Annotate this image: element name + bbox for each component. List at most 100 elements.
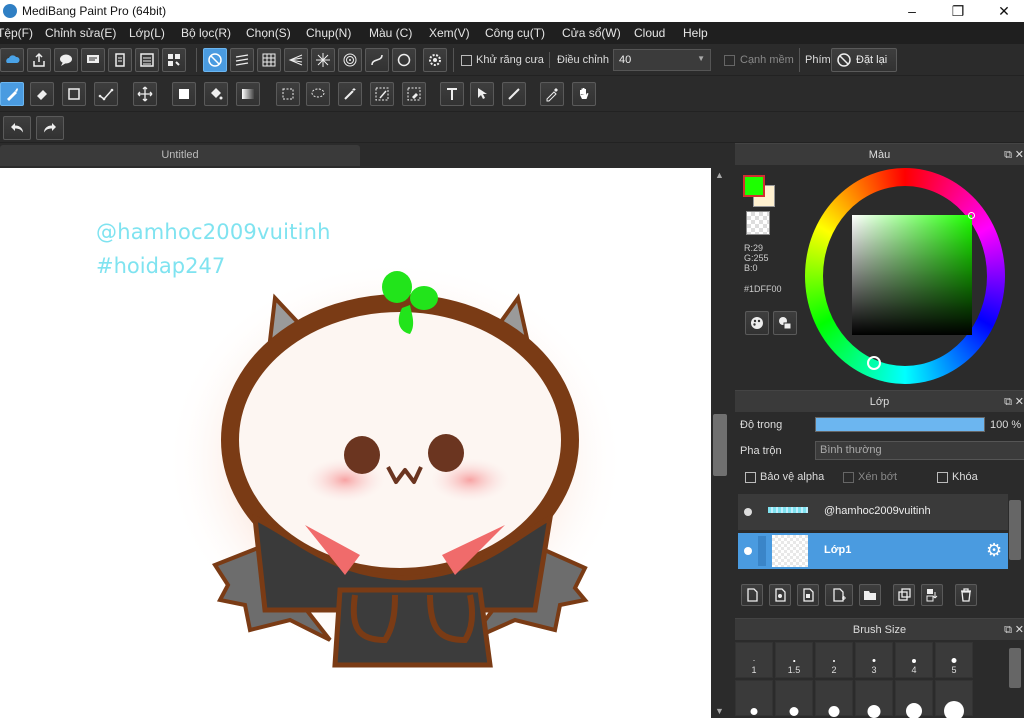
soft-edge-checkbox[interactable] bbox=[724, 55, 735, 66]
undock-icon[interactable]: ⧉ bbox=[1004, 391, 1012, 413]
comment-icon[interactable] bbox=[81, 48, 105, 72]
menu-layer[interactable]: Lớp(L) bbox=[129, 26, 165, 40]
brush-size-cell[interactable] bbox=[775, 680, 813, 716]
scroll-thumb[interactable] bbox=[713, 414, 727, 476]
move-tool-icon[interactable] bbox=[133, 82, 157, 106]
minimize-button[interactable]: – bbox=[889, 0, 935, 22]
undock-icon[interactable]: ⧉ bbox=[1004, 144, 1012, 166]
brush-size-cell[interactable]: 3 bbox=[855, 642, 893, 678]
duplicate-layer-icon[interactable] bbox=[893, 584, 915, 606]
drawing-canvas[interactable]: @hamhoc2009vuitinh #hoidap247 bbox=[0, 168, 711, 718]
select-rect-tool-icon[interactable] bbox=[276, 82, 300, 106]
brush-size-cell[interactable] bbox=[855, 680, 893, 718]
clipping-checkbox[interactable] bbox=[843, 472, 854, 483]
brush-size-cell[interactable]: 5 bbox=[935, 642, 973, 678]
close-icon[interactable]: ✕ bbox=[1015, 619, 1024, 641]
delete-layer-trash-icon[interactable] bbox=[955, 584, 977, 606]
brush-size-cell[interactable] bbox=[895, 680, 933, 718]
layer-list-scrollbar[interactable] bbox=[1009, 500, 1021, 560]
redo-icon[interactable] bbox=[36, 116, 64, 140]
text-tool-icon[interactable] bbox=[440, 82, 464, 106]
document-tab[interactable]: Untitled bbox=[0, 145, 360, 166]
snap-off-icon[interactable] bbox=[203, 48, 227, 72]
snap-settings-gear-icon[interactable] bbox=[423, 48, 447, 72]
hue-marker[interactable] bbox=[867, 356, 881, 370]
new-halftone-layer-icon[interactable] bbox=[769, 584, 791, 606]
scroll-down-icon[interactable]: ▼ bbox=[715, 706, 724, 716]
close-window-button[interactable]: ✕ bbox=[981, 0, 1024, 22]
concentric-snap-icon[interactable] bbox=[338, 48, 362, 72]
opacity-slider[interactable] bbox=[815, 417, 985, 432]
bucket-tool-icon[interactable] bbox=[204, 82, 228, 106]
layer-row[interactable]: @hamhoc2009vuitinh bbox=[738, 494, 1008, 530]
scroll-up-icon[interactable]: ▲ bbox=[715, 170, 724, 180]
undock-icon[interactable]: ⧉ bbox=[1004, 619, 1012, 641]
grid-snap-icon[interactable] bbox=[257, 48, 281, 72]
protect-alpha-checkbox[interactable] bbox=[745, 472, 756, 483]
sv-marker[interactable] bbox=[968, 212, 975, 219]
blend-mode-select[interactable]: Bình thường bbox=[815, 441, 1024, 460]
gradient-tool-icon[interactable] bbox=[236, 82, 260, 106]
page-icon[interactable] bbox=[108, 48, 132, 72]
brush-size-cell[interactable]: 4 bbox=[895, 642, 933, 678]
brush-tool-icon[interactable] bbox=[0, 82, 24, 106]
transparent-color-swatch[interactable] bbox=[746, 211, 770, 235]
page-list-icon[interactable] bbox=[135, 48, 159, 72]
fill-rect-tool-icon[interactable] bbox=[172, 82, 196, 106]
close-icon[interactable]: ✕ bbox=[1015, 144, 1024, 166]
hand-tool-icon[interactable] bbox=[572, 82, 596, 106]
curve-snap-icon[interactable] bbox=[365, 48, 389, 72]
select-pen-tool-icon[interactable] bbox=[370, 82, 394, 106]
circle-snap-icon[interactable] bbox=[392, 48, 416, 72]
perspective-snap-icon[interactable] bbox=[284, 48, 308, 72]
color-history-icon[interactable] bbox=[773, 311, 797, 335]
divide-tool-icon[interactable] bbox=[502, 82, 526, 106]
menu-file[interactable]: Tệp(F) bbox=[0, 26, 33, 40]
lock-checkbox[interactable] bbox=[937, 472, 948, 483]
close-icon[interactable]: ✕ bbox=[1015, 391, 1024, 413]
shape-tool-icon[interactable] bbox=[62, 82, 86, 106]
primary-color-swatch[interactable] bbox=[743, 175, 765, 197]
menu-filter[interactable]: Bộ lọc(R) bbox=[181, 26, 231, 40]
undo-icon[interactable] bbox=[3, 116, 31, 140]
antialias-checkbox[interactable] bbox=[461, 55, 472, 66]
radial-snap-icon[interactable] bbox=[311, 48, 335, 72]
new-8bit-layer-icon[interactable] bbox=[797, 584, 819, 606]
brush-size-scrollbar[interactable] bbox=[1009, 648, 1021, 688]
lasso-tool-icon[interactable] bbox=[306, 82, 330, 106]
panels-icon[interactable] bbox=[162, 48, 186, 72]
canvas-vertical-scrollbar[interactable]: ▲ ▼ bbox=[711, 168, 729, 718]
operation-tool-icon[interactable] bbox=[470, 82, 494, 106]
brush-size-cell[interactable]: 1 bbox=[735, 642, 773, 678]
select-eraser-tool-icon[interactable] bbox=[402, 82, 426, 106]
palette-icon[interactable] bbox=[745, 311, 769, 335]
add-layer-menu-icon[interactable] bbox=[825, 584, 853, 606]
cloud-icon[interactable] bbox=[0, 48, 24, 72]
menu-window[interactable]: Cửa sổ(W) bbox=[562, 26, 621, 40]
brush-size-cell[interactable] bbox=[935, 680, 973, 718]
menu-help[interactable]: Help bbox=[683, 26, 708, 40]
visibility-eye-icon[interactable] bbox=[744, 508, 752, 516]
menu-select[interactable]: Chọn(S) bbox=[246, 26, 291, 40]
eraser-tool-icon[interactable] bbox=[30, 82, 54, 106]
new-layer-icon[interactable] bbox=[741, 584, 763, 606]
brush-size-cell[interactable] bbox=[815, 680, 853, 717]
adjust-select[interactable]: 40 ▼ bbox=[613, 49, 711, 71]
brush-size-cell[interactable]: 1.5 bbox=[775, 642, 813, 678]
menu-capture[interactable]: Chụp(N) bbox=[306, 26, 351, 40]
reset-button[interactable]: Đặt lại bbox=[831, 48, 897, 72]
speech-bubble-icon[interactable] bbox=[54, 48, 78, 72]
polyline-tool-icon[interactable] bbox=[94, 82, 118, 106]
visibility-eye-icon[interactable] bbox=[744, 547, 752, 555]
saturation-value-square[interactable] bbox=[852, 212, 975, 335]
menu-cloud[interactable]: Cloud bbox=[634, 26, 665, 40]
folder-icon[interactable] bbox=[859, 584, 881, 606]
parallel-snap-icon[interactable] bbox=[230, 48, 254, 72]
menu-edit[interactable]: Chỉnh sửa(E) bbox=[45, 26, 116, 40]
eyedropper-tool-icon[interactable] bbox=[540, 82, 564, 106]
maximize-button[interactable]: ❐ bbox=[935, 0, 981, 22]
menu-tools[interactable]: Công cụ(T) bbox=[485, 26, 545, 40]
export-icon[interactable] bbox=[27, 48, 51, 72]
brush-size-cell[interactable] bbox=[735, 680, 773, 716]
layer-settings-gear-icon[interactable]: ⚙ bbox=[986, 541, 1002, 559]
